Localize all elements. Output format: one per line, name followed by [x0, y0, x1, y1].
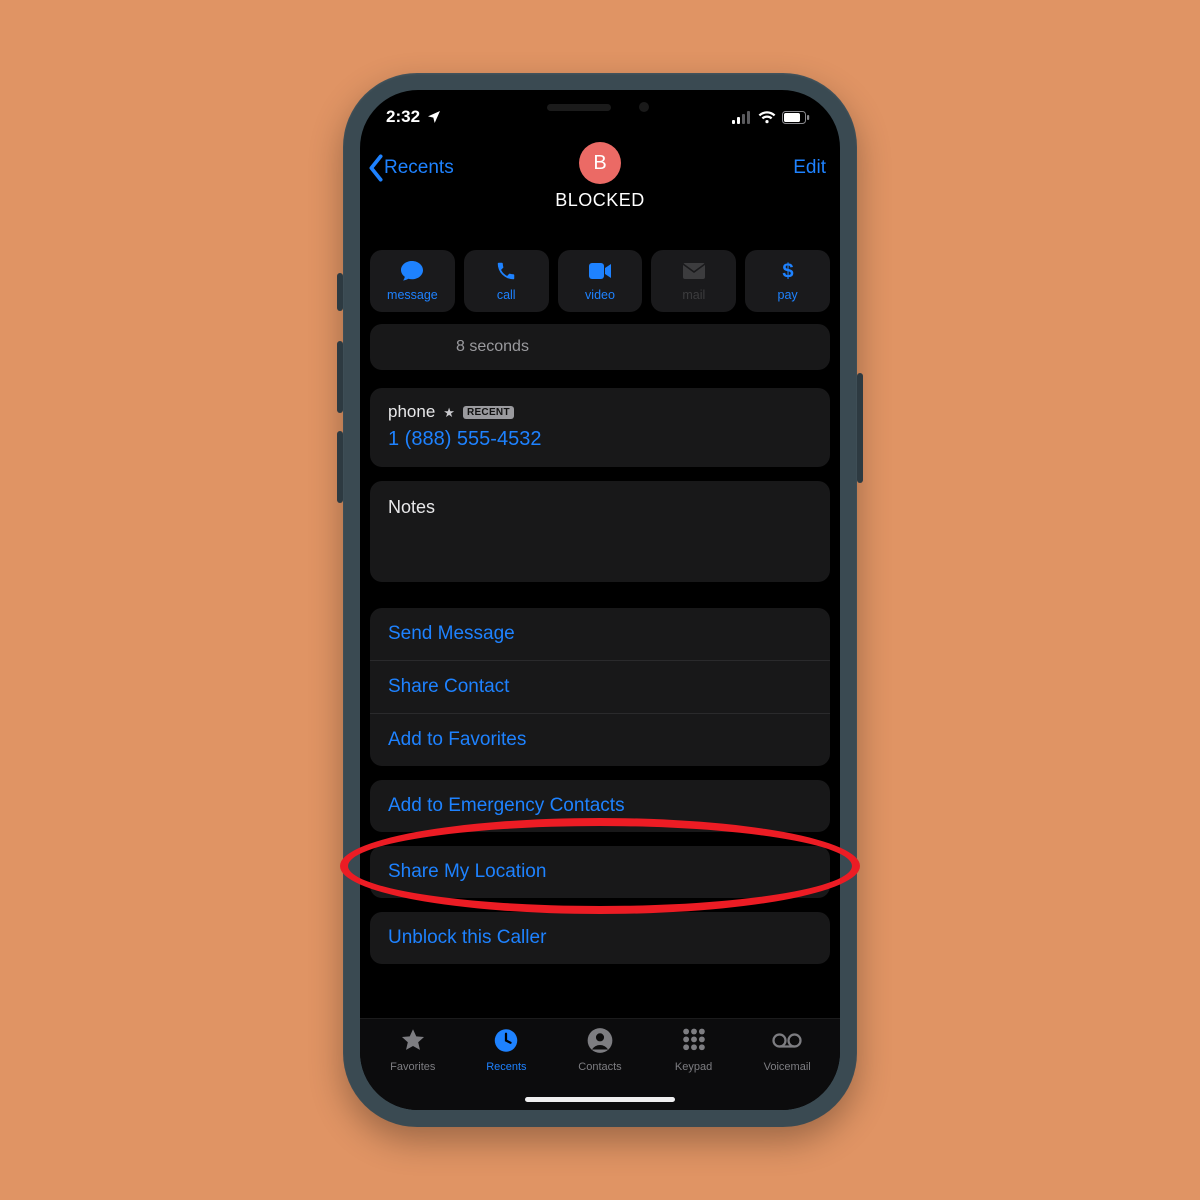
pay-action[interactable]: $ pay [745, 250, 830, 312]
back-label: Recents [384, 157, 454, 179]
call-label: call [497, 288, 516, 302]
message-icon [400, 260, 424, 285]
send-message-row[interactable]: Send Message [370, 608, 830, 660]
cellular-signal-icon [732, 111, 752, 124]
tab-keypad-label: Keypad [675, 1061, 712, 1073]
notes-block[interactable]: Notes [370, 481, 830, 582]
notes-label: Notes [388, 497, 435, 517]
emergency-list: Add to Emergency Contacts [370, 780, 830, 832]
phone-field-label: phone [388, 402, 435, 422]
video-action[interactable]: video [558, 250, 643, 312]
share-contact-row[interactable]: Share Contact [370, 660, 830, 713]
battery-icon [782, 111, 810, 124]
phone-icon [494, 260, 518, 285]
tab-favorites[interactable]: Favorites [366, 1025, 460, 1110]
home-indicator[interactable] [525, 1097, 675, 1102]
pay-label: pay [778, 288, 798, 302]
nav-header: Recents B BLOCKED Edit [360, 140, 840, 196]
phone-number-block[interactable]: phone ★ RECENT 1 (888) 555-4532 [370, 388, 830, 467]
block-list: Unblock this Caller [370, 912, 830, 964]
contact-actions-list: Send Message Share Contact Add to Favori… [370, 608, 830, 766]
tab-voicemail[interactable]: Voicemail [740, 1025, 834, 1110]
video-icon [588, 260, 612, 285]
location-list: Share My Location [370, 846, 830, 898]
back-button[interactable]: Recents [366, 154, 454, 182]
keypad-icon [679, 1025, 709, 1057]
volume-up-button [337, 341, 343, 413]
share-location-row[interactable]: Share My Location [370, 846, 830, 898]
mute-switch [337, 273, 343, 311]
wifi-icon [758, 111, 776, 124]
tab-voicemail-label: Voicemail [764, 1061, 811, 1073]
location-services-icon [426, 109, 442, 125]
call-action[interactable]: call [464, 250, 549, 312]
mail-action: mail [651, 250, 736, 312]
message-action[interactable]: message [370, 250, 455, 312]
content-area: message call video [360, 196, 840, 964]
avatar-initial: B [593, 152, 606, 175]
person-icon [585, 1025, 615, 1057]
screen: 2:32 [360, 90, 840, 1110]
notch [489, 90, 711, 125]
edit-button[interactable]: Edit [793, 157, 826, 179]
quick-actions-row: message call video [370, 250, 830, 312]
voicemail-icon [772, 1025, 802, 1057]
tab-contacts-label: Contacts [578, 1061, 621, 1073]
add-to-favorites-row[interactable]: Add to Favorites [370, 713, 830, 766]
status-time: 2:32 [386, 107, 420, 127]
star-filled-icon [398, 1025, 428, 1057]
message-label: message [387, 288, 438, 302]
recent-badge: RECENT [463, 406, 514, 419]
tab-favorites-label: Favorites [390, 1061, 435, 1073]
phone-number[interactable]: 1 (888) 555-4532 [388, 428, 812, 451]
tab-recents-label: Recents [486, 1061, 526, 1073]
clock-icon [491, 1025, 521, 1057]
call-duration: 8 seconds [456, 338, 529, 355]
volume-down-button [337, 431, 343, 503]
star-icon: ★ [443, 406, 455, 419]
power-button [857, 373, 863, 483]
add-to-emergency-row[interactable]: Add to Emergency Contacts [370, 780, 830, 832]
mail-label: mail [682, 288, 705, 302]
phone-frame: 2:32 [343, 73, 857, 1127]
unblock-caller-row[interactable]: Unblock this Caller [370, 912, 830, 964]
video-label: video [585, 288, 615, 302]
svg-text:$: $ [782, 260, 793, 282]
pay-icon: $ [776, 260, 800, 285]
mail-icon [682, 260, 706, 285]
contact-avatar: B [579, 142, 621, 184]
call-duration-row: 8 seconds [370, 324, 830, 370]
